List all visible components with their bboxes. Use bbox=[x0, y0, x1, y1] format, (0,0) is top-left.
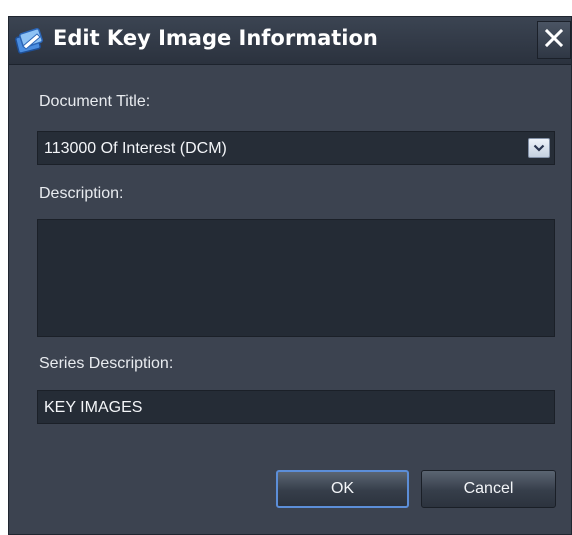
series-description-value: KEY IMAGES bbox=[44, 399, 143, 416]
edit-key-image-dialog: Edit Key Image Information Document Titl… bbox=[8, 16, 572, 535]
key-image-app-icon bbox=[15, 27, 45, 55]
description-label: Description: bbox=[39, 185, 124, 202]
document-title-select[interactable]: 113000 Of Interest (DCM) bbox=[37, 131, 555, 165]
ok-button[interactable]: OK bbox=[276, 470, 409, 508]
dialog-title: Edit Key Image Information bbox=[53, 26, 378, 50]
cancel-button[interactable]: Cancel bbox=[421, 470, 556, 508]
document-title-value: 113000 Of Interest (DCM) bbox=[44, 140, 227, 157]
chevron-down-icon[interactable] bbox=[528, 138, 550, 158]
description-field[interactable] bbox=[37, 219, 555, 337]
series-description-field[interactable]: KEY IMAGES bbox=[37, 390, 555, 424]
close-icon bbox=[544, 28, 564, 53]
dialog-titlebar[interactable]: Edit Key Image Information bbox=[9, 17, 571, 65]
close-button[interactable] bbox=[537, 21, 571, 59]
document-title-label: Document Title: bbox=[39, 93, 151, 110]
series-description-label: Series Description: bbox=[39, 355, 174, 372]
